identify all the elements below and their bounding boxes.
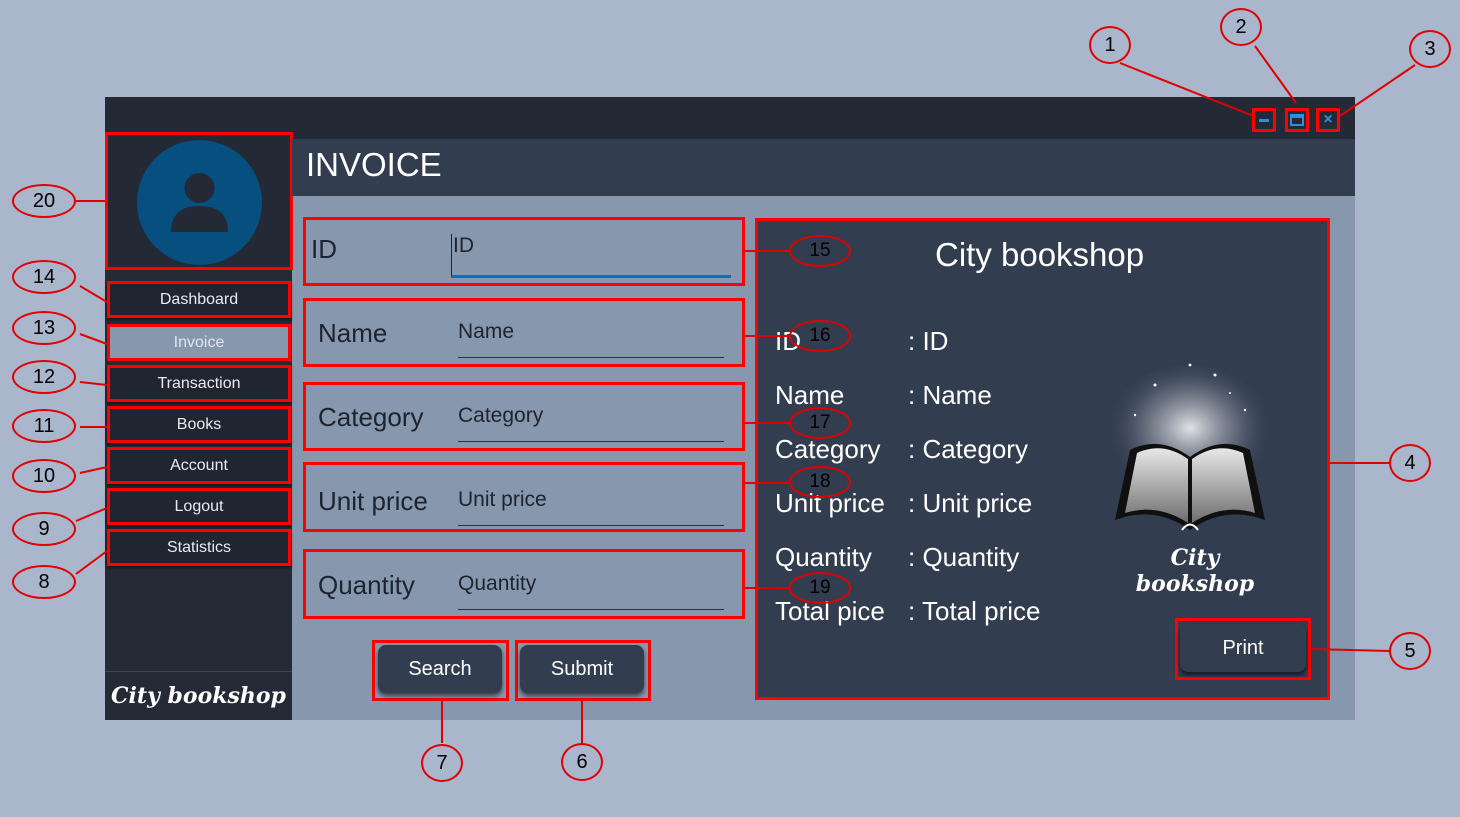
callout-17: 17: [789, 407, 851, 439]
callout-12: 12: [12, 360, 76, 394]
callout-8: 8: [12, 565, 76, 599]
callout-10: 10: [12, 459, 76, 493]
callout-9: 9: [12, 512, 76, 546]
callout-14: 14: [12, 260, 76, 294]
callout-6: 6: [561, 743, 603, 781]
callout-7: 7: [421, 744, 463, 782]
callout-15: 15: [789, 235, 851, 267]
callout-16: 16: [789, 320, 851, 352]
callout-3: 3: [1409, 30, 1451, 68]
callout-5: 5: [1389, 632, 1431, 670]
callout-13: 13: [12, 311, 76, 345]
callout-20: 20: [12, 184, 76, 218]
callout-4: 4: [1389, 444, 1431, 482]
callout-11: 11: [12, 409, 76, 443]
callout-arrows: [75, 45, 1416, 743]
callout-2: 2: [1220, 8, 1262, 46]
callout-1: 1: [1089, 26, 1131, 64]
callout-18: 18: [789, 466, 851, 498]
callout-19: 19: [789, 572, 851, 604]
